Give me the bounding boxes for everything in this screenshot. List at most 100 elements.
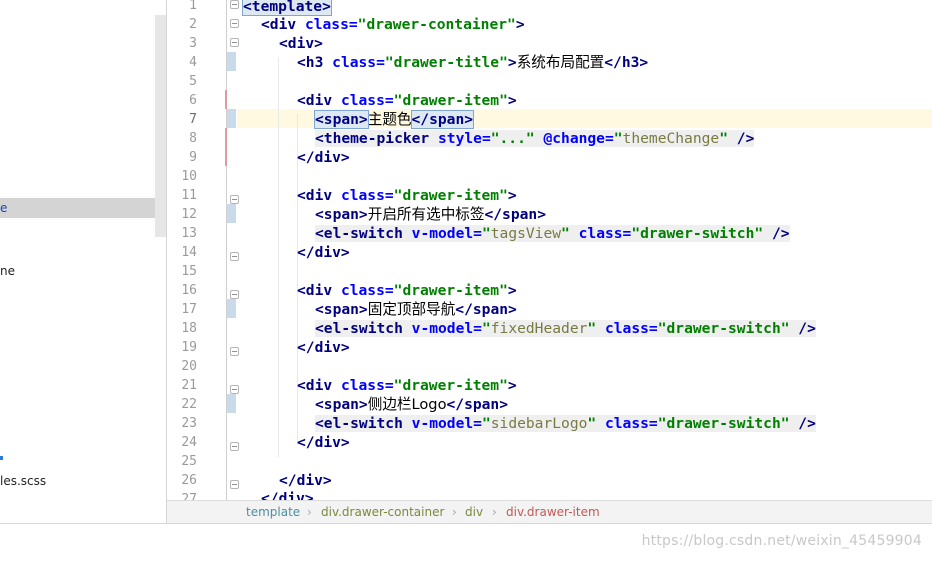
attr-name: class=: [332, 54, 385, 71]
line-number: 26: [181, 473, 197, 488]
quote: ": [481, 320, 491, 337]
attr-name: v-model=: [411, 225, 482, 242]
sidebar-item-selected[interactable]: e: [0, 198, 166, 218]
tag-selfclose: />: [763, 225, 790, 242]
sidebar-item[interactable]: ne: [0, 261, 15, 281]
code-editor[interactable]: <template> <div class="drawer-container"…: [237, 0, 932, 500]
breadcrumb: template › div.drawer-container › div › …: [167, 500, 932, 523]
attr-value: "drawer-item": [393, 377, 508, 394]
tags-view-text: 开启所有选中标签: [367, 206, 485, 223]
tag-span: <span>: [315, 301, 368, 318]
attr-value: "drawer-title": [384, 54, 508, 71]
tag-div: <div>: [279, 35, 323, 52]
tag-open: <h3: [297, 54, 333, 71]
sidebar-item-label: ne: [0, 264, 15, 278]
change-marker: [227, 394, 236, 413]
change-marker-modified: [225, 128, 227, 147]
line-number: 9: [189, 150, 197, 165]
model-name: tagsView: [490, 225, 562, 242]
tag-open: <el-switch: [315, 415, 412, 432]
line-number: 19: [181, 340, 197, 355]
code-line-9: </div>: [297, 148, 350, 167]
tag-open: <el-switch: [315, 225, 412, 242]
code-line-18: <el-switch v-model="fixedHeader" class="…: [315, 319, 816, 338]
line-number: 7: [189, 112, 197, 127]
breadcrumb-item[interactable]: div: [465, 501, 483, 523]
model-name: fixedHeader: [490, 320, 588, 337]
model-name: sidebarLogo: [490, 415, 588, 432]
tag-span: <span>: [315, 396, 368, 413]
tag-open: <div: [297, 282, 341, 299]
attr-name: style=: [438, 130, 491, 147]
gutter-guide: [226, 0, 227, 500]
line-number: 18: [181, 321, 197, 336]
attr-value: "drawer-container": [357, 16, 516, 33]
code-line-14: </div>: [297, 243, 350, 262]
tag-span-end: </span>: [446, 396, 509, 413]
tag-open: <div: [297, 187, 341, 204]
change-marker-modified: [225, 90, 227, 109]
attr-value: "drawer-switch": [657, 320, 790, 337]
line-number: 6: [189, 93, 197, 108]
change-marker-modified: [225, 147, 227, 166]
attr-value: "drawer-item": [393, 92, 508, 109]
line-number: 24: [181, 435, 197, 450]
line-number: 3: [189, 36, 197, 51]
tag-end: </div>: [279, 472, 332, 489]
code-line-13: <el-switch v-model="tagsView" class="dra…: [315, 224, 790, 243]
tag-span-end: </span>: [410, 110, 475, 129]
code-line-19: </div>: [297, 338, 350, 357]
code-line-27: </div>: [261, 489, 314, 500]
code-line-7: <span>主题色</span>: [314, 110, 475, 129]
line-number: 14: [181, 245, 197, 260]
breadcrumb-item[interactable]: template: [246, 501, 300, 523]
code-line-26: </div>: [279, 471, 332, 490]
tag-close: >: [507, 377, 517, 394]
watermark: https://blog.csdn.net/weixin_45459904: [641, 533, 922, 549]
breadcrumb-item[interactable]: div.drawer-item: [506, 501, 600, 523]
fixed-header-text: 固定顶部导航: [367, 301, 456, 318]
line-number: 4: [189, 55, 197, 70]
code-line-11: <div class="drawer-item">: [297, 186, 517, 205]
sidebar-item-styles-file[interactable]: les.scss: [0, 471, 46, 491]
attr-name: v-model=: [411, 415, 482, 432]
code-line-2: <div class="drawer-container">: [261, 15, 525, 34]
tag-close: >: [507, 54, 517, 71]
change-marker: [227, 299, 236, 318]
tag-end: </h3>: [604, 54, 649, 71]
code-line-8: <theme-picker style="..." @change="theme…: [315, 129, 755, 148]
attr-name: class=: [569, 225, 632, 242]
tag-open: <div: [297, 377, 341, 394]
attr-value: "drawer-item": [393, 282, 508, 299]
sidebar-item-label: les.scss: [0, 474, 47, 488]
code-line-24: </div>: [297, 433, 350, 452]
breadcrumb-separator-icon: ›: [307, 505, 312, 519]
line-number: 13: [181, 226, 197, 241]
attr-value: "drawer-item": [393, 187, 508, 204]
line-number: 22: [181, 397, 197, 412]
line-number: 17: [181, 302, 197, 317]
tag-close: >: [507, 187, 517, 204]
tag-span: <span>: [315, 206, 368, 223]
attr-name: @change=: [534, 130, 614, 147]
sidebar-scrollbar[interactable]: [155, 15, 166, 237]
attr-name: v-model=: [411, 320, 482, 337]
tag-end: </div>: [297, 244, 350, 261]
code-line-21: <div class="drawer-item">: [297, 376, 517, 395]
breadcrumb-item[interactable]: div.drawer-container: [321, 501, 444, 523]
line-number: 25: [181, 454, 197, 469]
code-line-3: <div>: [279, 34, 323, 53]
line-number: 1: [189, 0, 197, 13]
quote: ": [587, 320, 597, 337]
line-number: 16: [181, 283, 197, 298]
tag-end: </div>: [297, 339, 350, 356]
tag-span-end: </span>: [455, 301, 517, 318]
tag-close: >: [515, 16, 525, 33]
line-number: 8: [189, 131, 197, 146]
tag-end: </div>: [297, 149, 350, 166]
tag-close: >: [507, 282, 517, 299]
line-number: 2: [189, 17, 197, 32]
template-tag: <template>: [242, 0, 332, 16]
code-line-17: <span>固定顶部导航</span>: [315, 300, 517, 319]
code-line-22: <span>侧边栏Logo</span>: [315, 395, 508, 414]
